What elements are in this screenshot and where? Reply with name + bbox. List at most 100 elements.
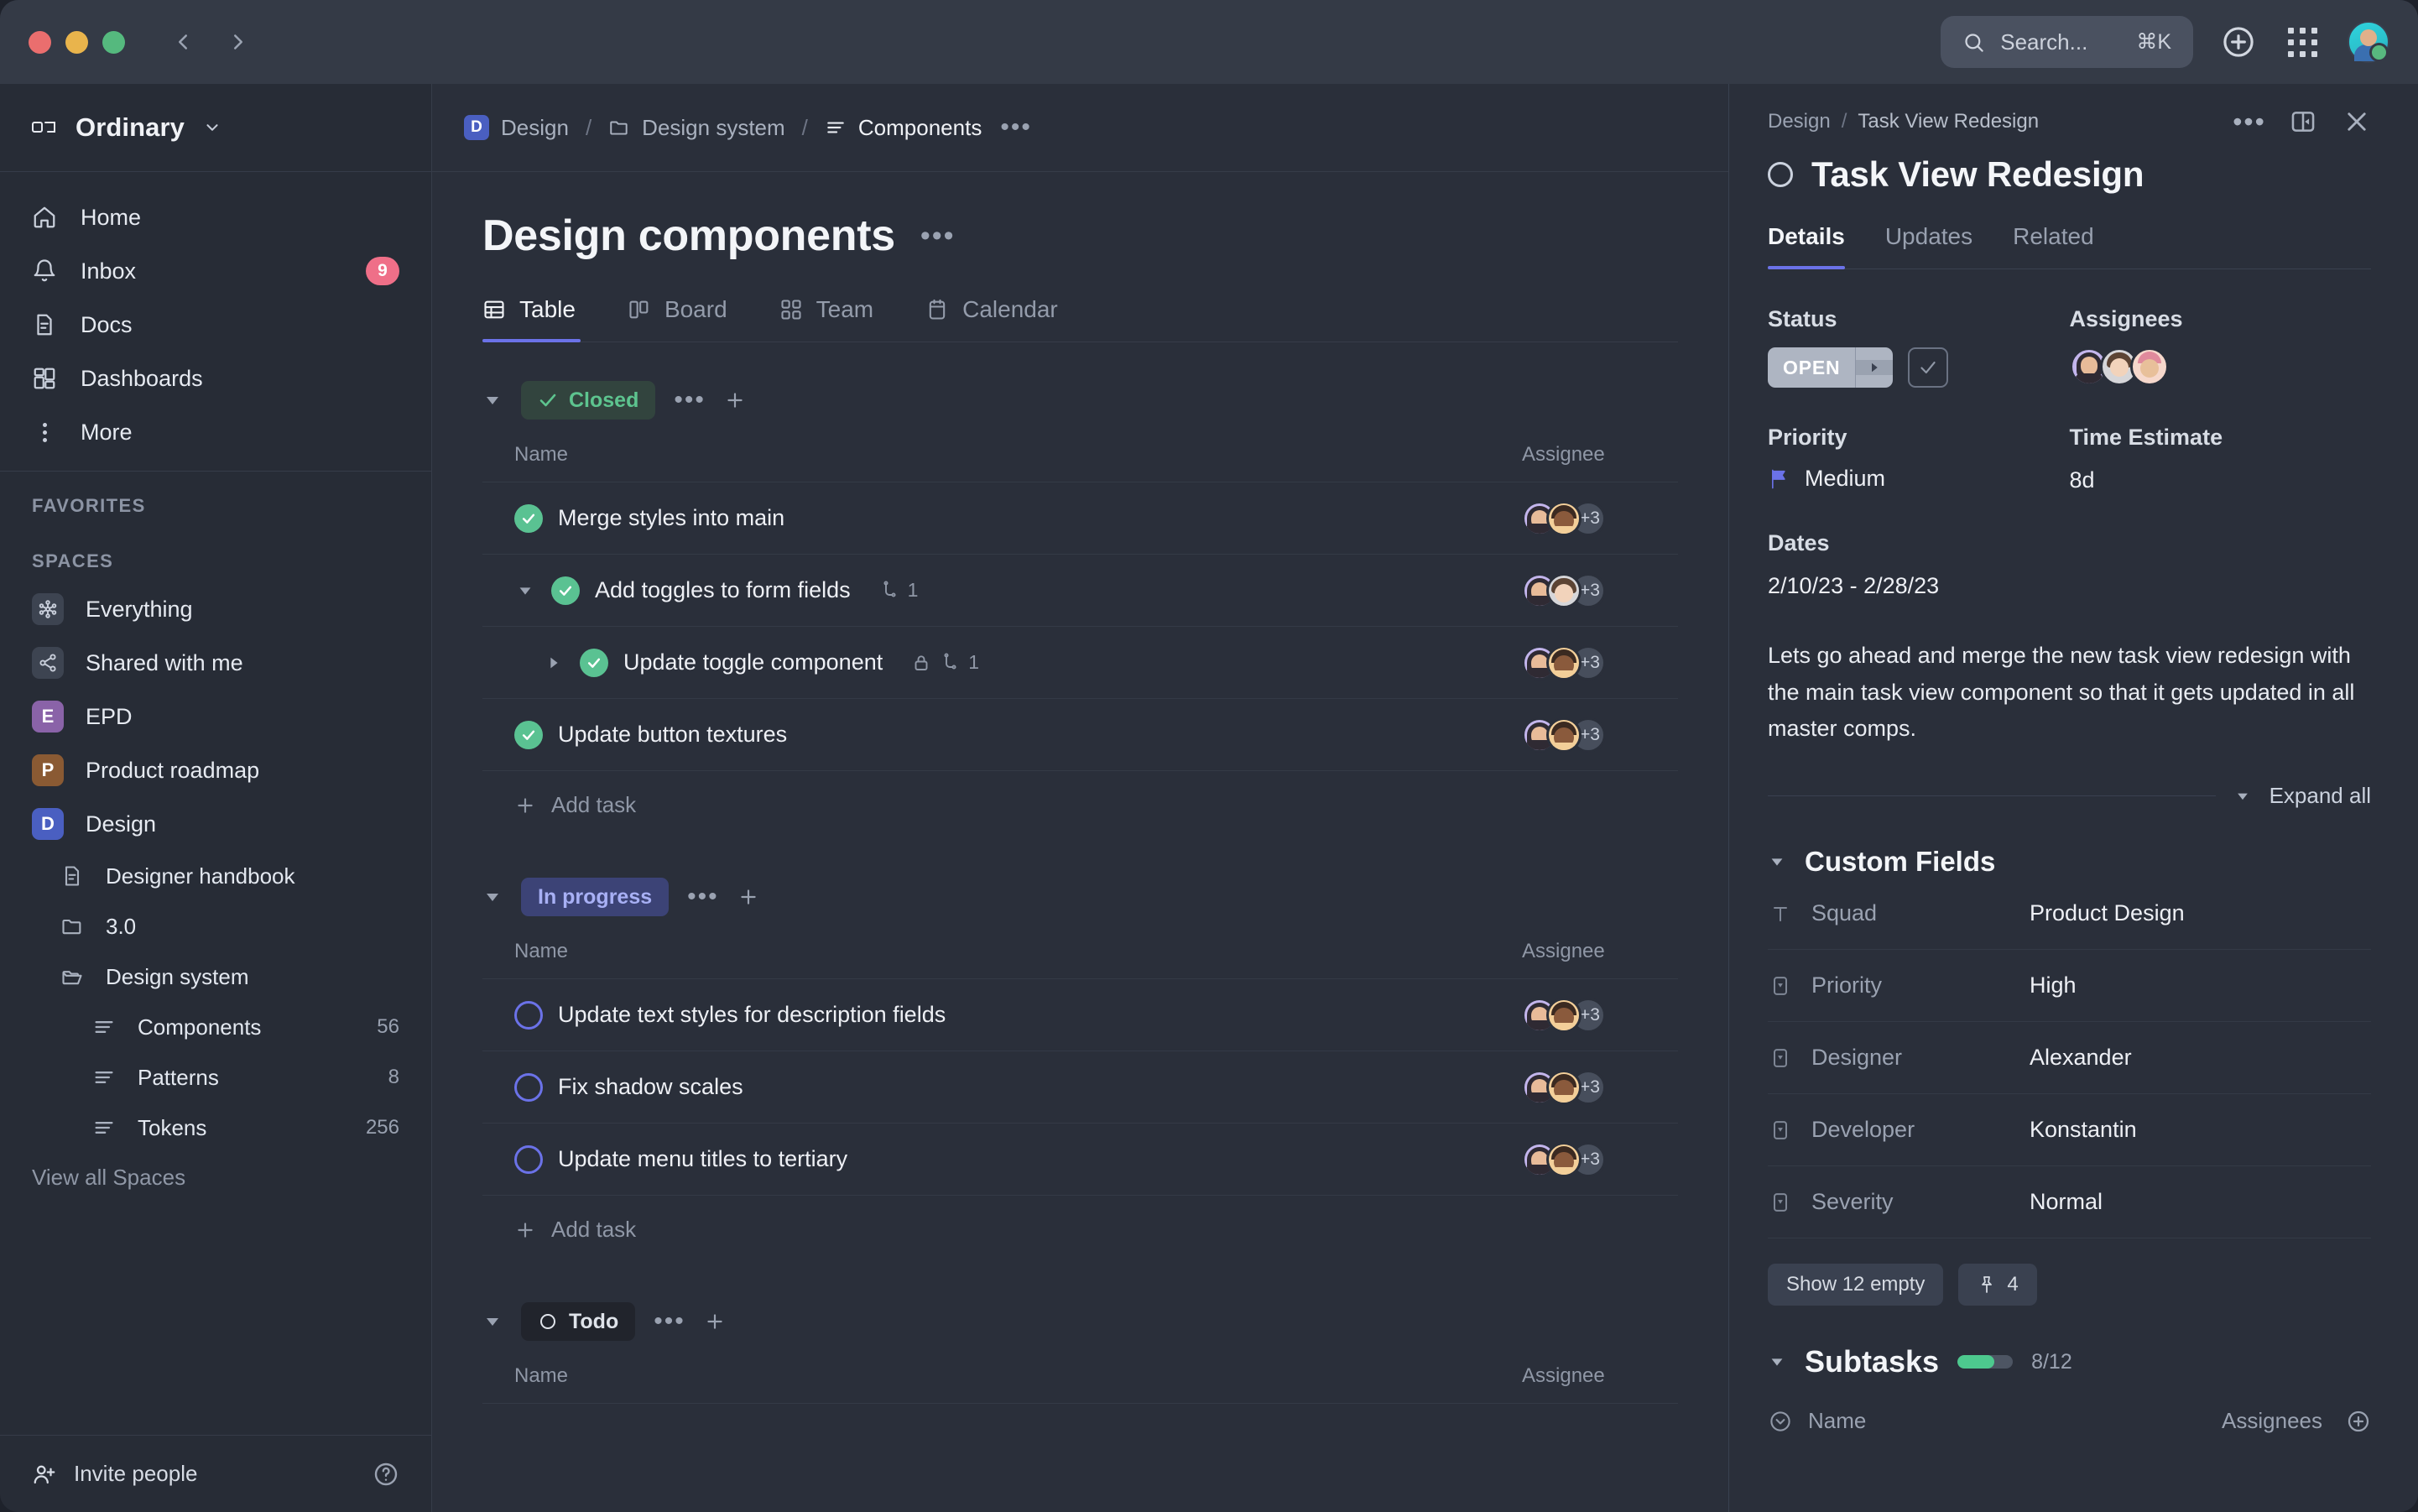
custom-field-row[interactable]: Designer Alexander — [1768, 1022, 2371, 1095]
chevron-down-icon[interactable] — [203, 118, 221, 137]
show-empty-fields-button[interactable]: Show 12 empty — [1768, 1264, 1944, 1306]
sidebar-item-more[interactable]: More — [0, 405, 431, 459]
status-badge[interactable]: OPEN — [1768, 347, 1894, 388]
group-add-icon[interactable] — [704, 1311, 726, 1332]
pinned-fields-button[interactable]: 4 — [1958, 1264, 2037, 1306]
breadcrumb-list[interactable]: Components — [825, 115, 982, 141]
breadcrumb-more-icon[interactable]: ••• — [1000, 115, 1032, 140]
status-done-icon[interactable] — [580, 648, 608, 677]
add-new-icon[interactable] — [2220, 23, 2257, 60]
status-done-icon[interactable] — [514, 720, 543, 749]
page-more-icon[interactable]: ••• — [920, 222, 956, 250]
add-task-button[interactable]: Add task — [482, 770, 1678, 839]
collapse-caret-icon[interactable] — [482, 390, 503, 410]
sidebar-item-home[interactable]: Home — [0, 190, 431, 244]
breadcrumb-space[interactable]: D Design — [464, 115, 569, 141]
help-circle-icon[interactable] — [373, 1461, 399, 1488]
tab-details[interactable]: Details — [1768, 223, 1845, 269]
add-task-button[interactable]: Add task — [482, 1195, 1678, 1264]
chevron-down-icon[interactable] — [2234, 788, 2251, 805]
dates-value[interactable]: 2/10/23 - 2/28/23 — [1768, 573, 2371, 599]
assignee-group[interactable]: +3 — [1522, 1141, 1678, 1177]
collapse-caret-icon[interactable] — [1768, 852, 1786, 871]
workspace-switcher[interactable]: Ordinary — [0, 84, 431, 172]
sidebar-item-components[interactable]: Components 56 — [0, 1002, 431, 1052]
panel-more-icon[interactable]: ••• — [2233, 107, 2264, 136]
sidebar-item-shared-with-me[interactable]: Shared with me — [0, 636, 431, 690]
sidebar-item-dashboards[interactable]: Dashboards — [0, 352, 431, 405]
table-row[interactable]: Fix shadow scales +3 — [482, 1051, 1678, 1123]
tab-calendar[interactable]: Calendar — [925, 296, 1087, 342]
close-icon[interactable] — [2342, 107, 2371, 136]
expand-all-label[interactable]: Expand all — [2269, 783, 2371, 809]
maximize-window-button[interactable] — [102, 30, 125, 54]
collapse-caret-icon[interactable] — [482, 1311, 503, 1332]
collapse-caret-icon[interactable] — [1768, 1353, 1786, 1371]
group-add-icon[interactable] — [737, 886, 759, 908]
expand-caret-icon[interactable] — [514, 580, 536, 602]
time-estimate-value[interactable]: 8d — [2070, 467, 2372, 493]
group-status-pill-in-progress[interactable]: In progress — [521, 878, 670, 916]
custom-field-row[interactable]: Developer Konstantin — [1768, 1094, 2371, 1167]
collapse-caret-icon[interactable] — [482, 887, 503, 907]
sidebar-item-inbox[interactable]: Inbox 9 — [0, 244, 431, 298]
tab-table[interactable]: Table — [482, 296, 604, 342]
task-description[interactable]: Lets go ahead and merge the new task vie… — [1768, 638, 2371, 748]
back-arrow-icon[interactable] — [170, 29, 195, 55]
forward-arrow-icon[interactable] — [226, 29, 251, 55]
group-status-pill-closed[interactable]: Closed — [521, 381, 656, 420]
tab-board[interactable]: Board — [628, 296, 756, 342]
table-row[interactable]: Update text styles for description field… — [482, 978, 1678, 1051]
table-row[interactable]: Merge styles into main +3 — [482, 482, 1678, 554]
group-more-icon[interactable]: ••• — [674, 388, 706, 413]
sidebar-item-product-roadmap[interactable]: P Product roadmap — [0, 743, 431, 797]
panel-breadcrumb-task[interactable]: Task View Redesign — [1858, 110, 2039, 133]
sidebar-item-tokens[interactable]: Tokens 256 — [0, 1103, 431, 1153]
assignee-group[interactable]: +3 — [1522, 997, 1678, 1033]
add-subtask-icon[interactable] — [2346, 1409, 2371, 1434]
sidebar-item-design-system[interactable]: Design system — [0, 952, 431, 1002]
status-open-icon[interactable] — [514, 1144, 543, 1174]
panel-assignee-group[interactable] — [2069, 347, 2372, 386]
apps-grid-icon[interactable] — [2284, 23, 2321, 60]
custom-field-row[interactable]: Squad Product Design — [1768, 878, 2371, 951]
search-input[interactable]: Search... ⌘K — [1941, 16, 2193, 68]
custom-field-row[interactable]: Priority High — [1768, 950, 2371, 1023]
panel-body[interactable]: Status OPEN Assignees Priority Medium Ti… — [1729, 269, 2418, 1512]
group-more-icon[interactable]: ••• — [654, 1309, 685, 1334]
breadcrumb-folder[interactable]: Design system — [608, 115, 785, 141]
invite-people-label[interactable]: Invite people — [74, 1461, 197, 1487]
priority-value-row[interactable]: Medium — [1768, 466, 2070, 492]
close-window-button[interactable] — [29, 30, 51, 54]
collapse-circle-icon[interactable] — [1768, 1409, 1793, 1434]
assignee-group[interactable]: +3 — [1522, 500, 1678, 536]
status-open-icon[interactable] — [514, 1000, 543, 1030]
minimize-window-button[interactable] — [65, 30, 88, 54]
tab-team[interactable]: Team — [779, 296, 902, 342]
sidebar-item-patterns[interactable]: Patterns 8 — [0, 1052, 431, 1103]
status-done-icon[interactable] — [551, 576, 580, 605]
tab-related[interactable]: Related — [2013, 223, 2094, 269]
group-add-icon[interactable] — [724, 389, 746, 411]
assignee-group[interactable]: +3 — [1522, 644, 1678, 680]
group-more-icon[interactable]: ••• — [687, 884, 719, 910]
view-all-spaces-link[interactable]: View all Spaces — [0, 1153, 431, 1202]
assignee-group[interactable]: +3 — [1522, 572, 1678, 608]
mark-complete-button[interactable] — [1908, 347, 1949, 388]
panel-breadcrumb-space[interactable]: Design — [1768, 110, 1831, 133]
task-status-open-icon[interactable] — [1768, 162, 1793, 187]
expand-caret-icon[interactable] — [543, 652, 565, 674]
sidebar-item-designer-handbook[interactable]: Designer handbook — [0, 851, 431, 901]
sidebar-item-epd[interactable]: E EPD — [0, 690, 431, 743]
status-done-icon[interactable] — [514, 503, 543, 533]
assignee-group[interactable]: +3 — [1522, 1069, 1678, 1105]
sidebar-item-design[interactable]: D Design — [0, 797, 431, 851]
toggle-panel-icon[interactable] — [2289, 107, 2317, 136]
sidebar-item-docs[interactable]: Docs — [0, 298, 431, 352]
tab-updates[interactable]: Updates — [1885, 223, 1972, 269]
table-row[interactable]: Update button textures +3 — [482, 698, 1678, 770]
sidebar-item-3-0[interactable]: 3.0 — [0, 901, 431, 952]
custom-field-row[interactable]: Severity Normal — [1768, 1166, 2371, 1239]
table-row[interactable]: Update toggle component 1 +3 — [482, 626, 1678, 698]
assignee-group[interactable]: +3 — [1522, 717, 1678, 753]
